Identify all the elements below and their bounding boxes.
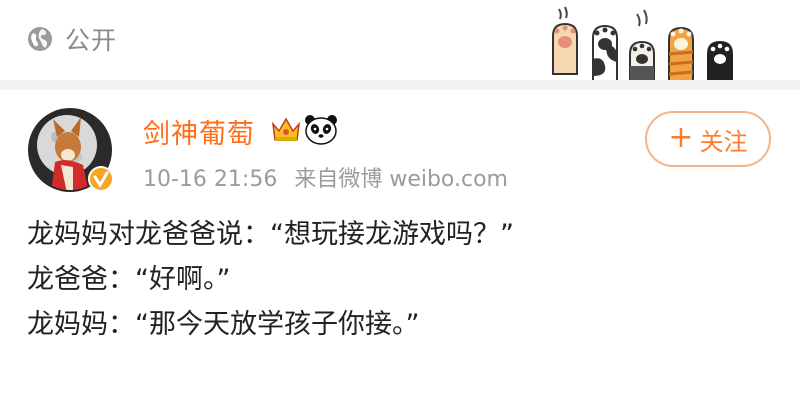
content-line: 龙爸爸：“好啊。” xyxy=(27,264,231,295)
paw-icon xyxy=(668,26,694,83)
post-content: 龙妈妈对龙爸爸说：“想玩接龙游戏吗？” 龙爸爸：“好啊。” 龙妈妈：“那今天放学… xyxy=(27,212,777,347)
plus-icon: + xyxy=(668,119,694,155)
post-source[interactable]: 来自微博 weibo.com xyxy=(294,167,508,192)
paw-icon xyxy=(707,40,733,83)
content-line: 龙妈妈对龙爸爸说：“想玩接龙游戏吗？” xyxy=(27,219,514,250)
follow-button[interactable]: + 关注 xyxy=(645,111,771,167)
paw-icon xyxy=(592,24,618,83)
privacy-indicator[interactable]: 公开 xyxy=(27,22,117,56)
content-line: 龙妈妈：“那今天放学孩子你接。” xyxy=(27,309,420,340)
section-divider xyxy=(0,80,800,90)
privacy-label: 公开 xyxy=(65,26,118,55)
crown-icon[interactable] xyxy=(270,114,302,144)
paw-icon xyxy=(552,6,578,75)
panda-icon[interactable] xyxy=(304,113,338,145)
top-bar: 公开 xyxy=(0,0,800,83)
post-timestamp: 10-16 21:56 xyxy=(143,167,278,192)
paw-icon xyxy=(629,9,655,83)
globe-icon xyxy=(28,27,52,51)
verified-badge-icon xyxy=(88,166,114,192)
post-meta: 10-16 21:56 来自微博 weibo.com xyxy=(143,161,518,193)
author-name[interactable]: 剑神葡萄 xyxy=(143,112,255,151)
follow-label: 关注 xyxy=(699,127,748,156)
cat-paws-icon xyxy=(552,6,733,83)
